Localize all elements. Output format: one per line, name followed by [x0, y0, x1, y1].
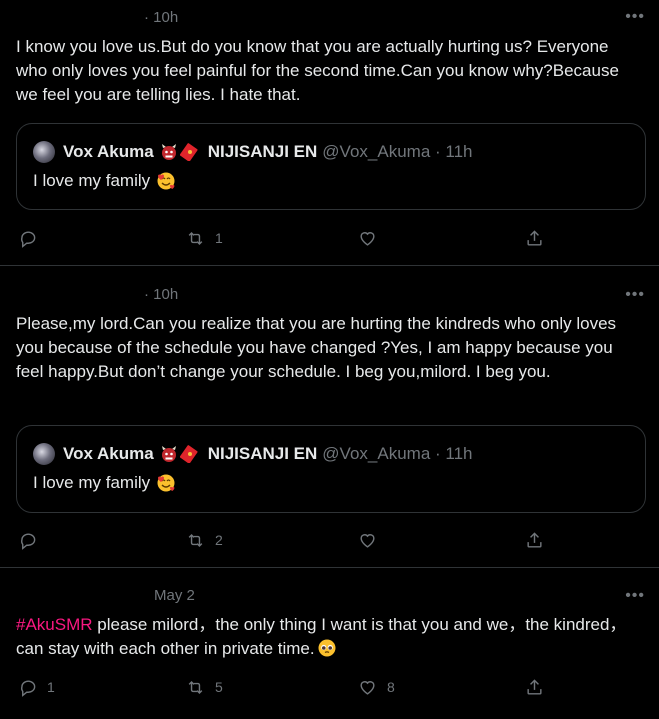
ogre-emoji: [161, 144, 176, 160]
like-icon: [360, 680, 375, 695]
reply-icon: [21, 679, 36, 697]
smiling-face-with-hearts-emoji: [157, 172, 175, 190]
like-button[interactable]: [358, 226, 387, 250]
tweet-1[interactable]: · 10h ••• I know you love us.But do you …: [0, 0, 659, 266]
tweet-timestamp[interactable]: May 2: [154, 587, 195, 604]
pleading-face-emoji: [318, 639, 336, 657]
red-envelope-emoji: [179, 143, 198, 161]
retweet-count: 5: [215, 679, 223, 695]
like-button[interactable]: [358, 528, 387, 552]
quoted-tweet-text-row: I love my family: [33, 473, 176, 493]
tweet-timestamp[interactable]: · 10h: [144, 286, 178, 303]
hashtag-link[interactable]: #AkuSMR: [16, 615, 93, 634]
quoted-tweet-header: Vox Akuma NIJISANJI EN @Vox_Akuma · 11h: [33, 443, 472, 465]
reply-icon: [21, 532, 36, 550]
quoted-tweet-text: I love my family: [33, 171, 151, 190]
tweet-text: I know you love us.But do you know that …: [16, 37, 619, 104]
tweet-text-container: #AkuSMR please milord，the only thing I w…: [16, 613, 644, 661]
reply-button[interactable]: 1: [18, 675, 55, 699]
red-envelope-emoji: [179, 445, 198, 463]
tweet-2[interactable]: · 10h ••• Please,my lord.Can you realize…: [0, 266, 659, 568]
ogre-emoji: [161, 446, 176, 462]
quoted-author-name[interactable]: Vox Akuma: [63, 444, 154, 464]
retweet-button[interactable]: 2: [186, 528, 223, 552]
quoted-tweet-header: Vox Akuma NIJISANJI EN @Vox_Akuma · 11h: [33, 141, 472, 163]
quoted-author-handle[interactable]: @Vox_Akuma · 11h: [322, 444, 472, 464]
reply-button[interactable]: [18, 226, 47, 250]
retweet-button[interactable]: 5: [186, 675, 223, 699]
tweet-actions: 1: [0, 226, 659, 250]
avatar[interactable]: [33, 141, 55, 163]
tweet-actions: 2: [0, 528, 659, 552]
quoted-tweet-text: I love my family: [33, 473, 151, 492]
like-count: 8: [387, 679, 395, 695]
retweet-icon: [188, 231, 203, 245]
retweet-icon: [188, 533, 203, 547]
quoted-tweet[interactable]: Vox Akuma NIJISANJI EN @Vox_Akuma · 11h …: [16, 123, 646, 210]
more-icon[interactable]: •••: [625, 8, 645, 26]
retweet-button[interactable]: 1: [186, 226, 223, 250]
quoted-tweet[interactable]: Vox Akuma NIJISANJI EN @Vox_Akuma · 11h …: [16, 425, 646, 513]
tweet-text: Please,my lord.Can you realize that you …: [16, 314, 617, 381]
avatar[interactable]: [33, 443, 55, 465]
share-button[interactable]: [525, 528, 544, 552]
share-button[interactable]: [525, 226, 544, 250]
quoted-author-affiliation: NIJISANJI EN: [207, 142, 318, 161]
tweet-3[interactable]: May 2 ••• #AkuSMR please milord，the only…: [0, 568, 659, 719]
share-icon: [527, 229, 542, 246]
like-icon: [360, 231, 375, 246]
quoted-author-name[interactable]: Vox Akuma: [63, 142, 154, 162]
share-icon: [527, 531, 542, 548]
more-icon[interactable]: •••: [625, 286, 645, 304]
tweet-actions: 1 5 8: [0, 675, 659, 699]
reply-button[interactable]: [18, 528, 47, 552]
quoted-author-handle[interactable]: @Vox_Akuma · 11h: [322, 142, 472, 162]
reply-count: 1: [47, 679, 55, 695]
smiling-face-with-hearts-emoji: [157, 474, 175, 492]
like-button[interactable]: 8: [358, 675, 395, 699]
retweet-count: 2: [215, 532, 223, 548]
share-button[interactable]: [525, 675, 544, 699]
quoted-author-affiliation: NIJISANJI EN: [207, 444, 318, 463]
like-icon: [360, 533, 375, 548]
reply-icon: [21, 230, 36, 248]
retweet-icon: [188, 680, 203, 694]
quoted-tweet-text-row: I love my family: [33, 171, 176, 191]
share-icon: [527, 678, 542, 695]
retweet-count: 1: [215, 230, 223, 246]
tweet-timestamp[interactable]: · 10h: [144, 9, 178, 26]
more-icon[interactable]: •••: [625, 587, 645, 605]
